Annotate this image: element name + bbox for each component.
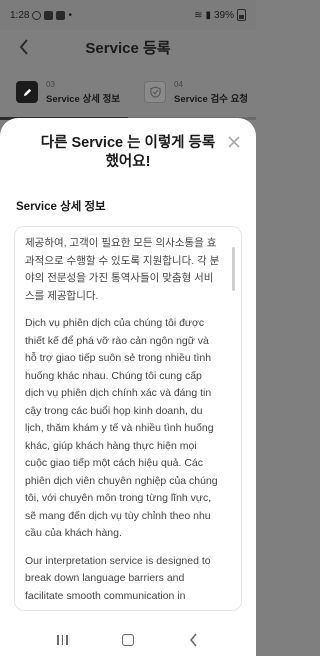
wifi-icon: ≋ [194, 9, 203, 21]
step-04-text: 04 Service 검수 요청 [174, 80, 248, 105]
step-number: 03 [46, 79, 55, 89]
pencil-icon [16, 81, 38, 103]
page-title: Service 등록 [85, 39, 171, 57]
close-icon[interactable] [224, 132, 244, 152]
step-04: 04 Service 검수 요청 [128, 70, 256, 120]
signal-icon: ▮ [205, 9, 211, 21]
service-detail-text: 제공하여, 고객이 필요한 모든 의사소통을 효과적으로 수행할 수 있도록 지… [25, 235, 221, 610]
system-nav-bar [0, 623, 256, 656]
step-label: Service 상세 정보 [46, 93, 121, 105]
status-bar: 1:28 • ≋ ▮ 39% [0, 0, 256, 30]
status-left: 1:28 • [10, 10, 72, 21]
notification-icon [44, 10, 54, 20]
back-icon[interactable] [181, 630, 205, 650]
chevron-left-icon[interactable] [14, 36, 34, 58]
paragraph-english: Our interpretation service is designed t… [25, 554, 211, 602]
battery-icon [237, 9, 246, 21]
paragraph-korean: 제공하여, 고객이 필요한 모든 의사소통을 효과적으로 수행할 수 있도록 지… [25, 237, 220, 302]
more-notifications-icon: • [68, 9, 72, 21]
status-right: ≋ ▮ 39% [194, 9, 246, 21]
step-number: 04 [174, 79, 183, 89]
paragraph-vietnamese: Dịch vụ phiên dịch của chúng tôi được th… [25, 317, 218, 539]
app-notification-icon [56, 10, 66, 20]
step-label: Service 검수 요청 [174, 93, 249, 105]
step-03: 03 Service 상세 정보 [0, 70, 128, 120]
app-header: Service 등록 [0, 30, 256, 64]
scrollbar[interactable] [232, 247, 235, 291]
shield-check-icon [144, 81, 166, 103]
section-title: Service 상세 정보 [16, 201, 106, 213]
whatsapp-icon [32, 10, 42, 20]
service-detail-scroll-box[interactable]: 제공하여, 고객이 필요한 모든 의사소통을 효과적으로 수행할 수 있도록 지… [14, 226, 242, 611]
home-icon[interactable] [116, 630, 140, 650]
recent-apps-icon[interactable] [51, 630, 75, 650]
sheet-title: 다른 Service 는 이렇게 등록했어요! [40, 135, 216, 170]
status-time: 1:28 [10, 9, 30, 21]
step-03-text: 03 Service 상세 정보 [46, 80, 120, 105]
status-battery-text: 39% [213, 9, 234, 21]
step-indicator: 03 Service 상세 정보 04 Service 검수 요청 [0, 70, 256, 120]
example-bottom-sheet: 다른 Service 는 이렇게 등록했어요! Service 상세 정보 제공… [0, 118, 256, 623]
